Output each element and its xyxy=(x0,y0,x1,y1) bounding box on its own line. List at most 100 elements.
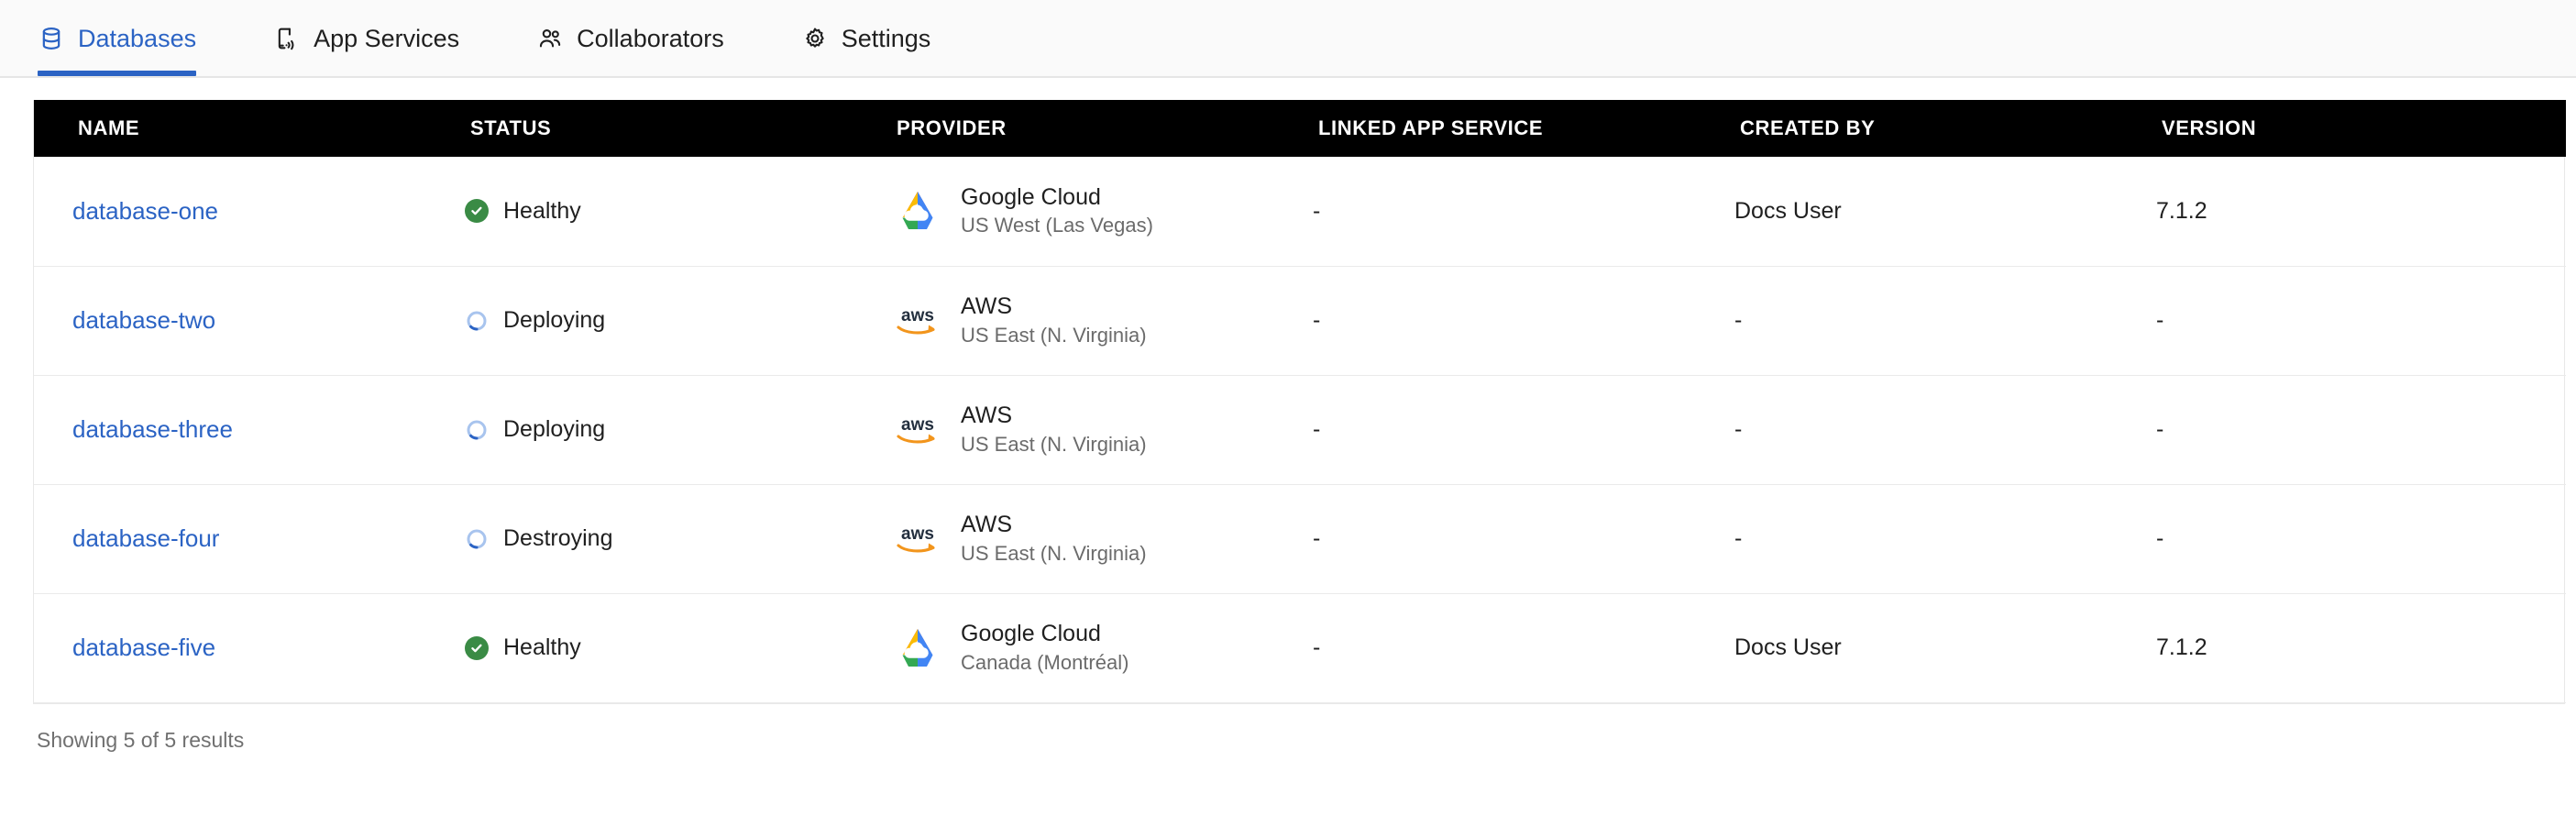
cell-status: Healthy xyxy=(465,157,891,267)
cell-linked-app-service: - xyxy=(1313,157,1734,267)
linked-app-service-value: - xyxy=(1313,634,1321,660)
linked-app-service-value: - xyxy=(1313,197,1321,224)
check-circle-icon xyxy=(465,199,489,224)
provider-region: Canada (Montréal) xyxy=(961,650,1129,674)
provider-name: AWS xyxy=(961,512,1013,538)
aws-logo: aws xyxy=(891,521,944,557)
created-by-value: Docs User xyxy=(1734,197,1842,224)
database-name-link[interactable]: database-one xyxy=(72,197,218,225)
cell-version: - xyxy=(2156,375,2566,485)
tab-settings[interactable]: Settings xyxy=(801,0,961,76)
version-value: - xyxy=(2156,416,2164,442)
spinner-icon xyxy=(465,309,489,333)
mobile-signal-icon xyxy=(273,25,301,52)
cell-status: Healthy xyxy=(465,593,891,703)
status-label: Deploying xyxy=(503,307,606,333)
cell-provider: Google Cloud Canada (Montréal) xyxy=(891,593,1313,703)
cell-version: 7.1.2 xyxy=(2156,157,2566,267)
databases-table: NAME STATUS PROVIDER LINKED APP SERVICE … xyxy=(34,100,2566,703)
tab-collaborators-label: Collaborators xyxy=(577,25,724,52)
table-row: database-two Deploying aws AWS US East (… xyxy=(34,266,2566,376)
tab-app-services-label: App Services xyxy=(314,25,460,52)
table-row: database-three Deploying aws AWS US East… xyxy=(34,375,2566,485)
cell-version: 7.1.2 xyxy=(2156,593,2566,703)
cell-name: database-three xyxy=(34,375,465,485)
provider-name: AWS xyxy=(961,402,1013,429)
aws-logo: aws xyxy=(891,412,944,448)
database-name-link[interactable]: database-two xyxy=(72,306,215,334)
status-label: Healthy xyxy=(503,197,581,224)
cell-linked-app-service: - xyxy=(1313,375,1734,485)
table-header: NAME STATUS PROVIDER LINKED APP SERVICE … xyxy=(34,100,2566,157)
table-row: database-four Destroying aws AWS US East… xyxy=(34,484,2566,594)
status-label: Deploying xyxy=(503,416,606,442)
aws-logo: aws xyxy=(891,303,944,339)
cell-name: database-one xyxy=(34,157,465,267)
cell-status: Deploying xyxy=(465,266,891,376)
cell-version: - xyxy=(2156,484,2566,594)
column-header-name: NAME xyxy=(34,100,465,157)
database-name-link[interactable]: database-three xyxy=(72,415,233,443)
cell-linked-app-service: - xyxy=(1313,484,1734,594)
check-circle-icon xyxy=(465,635,489,660)
column-header-provider: PROVIDER xyxy=(891,100,1313,157)
created-by-value: - xyxy=(1734,525,1743,551)
cell-status: Deploying xyxy=(465,375,891,485)
tab-databases[interactable]: Databases xyxy=(38,0,226,76)
table-row: database-one Healthy Google Cloud US Wes… xyxy=(34,157,2566,267)
linked-app-service-value: - xyxy=(1313,307,1321,333)
svg-text:aws: aws xyxy=(901,306,934,325)
provider-region: US West (Las Vegas) xyxy=(961,214,1153,237)
status-label: Destroying xyxy=(503,525,613,551)
provider-name: AWS xyxy=(961,293,1013,320)
created-by-value: - xyxy=(1734,416,1743,442)
table-header-row: NAME STATUS PROVIDER LINKED APP SERVICE … xyxy=(34,100,2566,157)
cell-created-by: - xyxy=(1734,375,2156,485)
results-count-label: Showing 5 of 5 results xyxy=(37,727,245,752)
cell-name: database-four xyxy=(34,484,465,594)
provider-name: Google Cloud xyxy=(961,183,1101,210)
gear-icon xyxy=(801,25,829,52)
cell-provider: aws AWS US East (N. Virginia) xyxy=(891,484,1313,594)
google-cloud-logo xyxy=(891,190,944,232)
spinner-icon xyxy=(465,527,489,551)
column-header-created-by: CREATED BY xyxy=(1734,100,2156,157)
cell-name: database-five xyxy=(34,593,465,703)
created-by-value: - xyxy=(1734,307,1743,333)
spinner-icon xyxy=(465,418,489,442)
table-body: database-one Healthy Google Cloud US Wes… xyxy=(34,157,2566,703)
cell-created-by: Docs User xyxy=(1734,593,2156,703)
svg-text:aws: aws xyxy=(901,524,934,544)
created-by-value: Docs User xyxy=(1734,634,1842,660)
version-value: 7.1.2 xyxy=(2156,634,2207,660)
tab-databases-label: Databases xyxy=(78,25,197,52)
database-name-link[interactable]: database-five xyxy=(72,634,215,661)
cell-created-by: - xyxy=(1734,484,2156,594)
provider-region: US East (N. Virginia) xyxy=(961,541,1147,565)
tab-app-services[interactable]: App Services xyxy=(273,0,489,76)
cell-created-by: - xyxy=(1734,266,2156,376)
svg-text:aws: aws xyxy=(901,415,934,435)
cell-version: - xyxy=(2156,266,2566,376)
version-value: - xyxy=(2156,525,2164,551)
tab-collaborators[interactable]: Collaborators xyxy=(536,0,754,76)
cell-linked-app-service: - xyxy=(1313,593,1734,703)
cell-provider: aws AWS US East (N. Virginia) xyxy=(891,375,1313,485)
linked-app-service-value: - xyxy=(1313,416,1321,442)
cell-created-by: Docs User xyxy=(1734,157,2156,267)
google-cloud-logo xyxy=(891,627,944,669)
column-header-version: VERSION xyxy=(2156,100,2566,157)
databases-table-container: NAME STATUS PROVIDER LINKED APP SERVICE … xyxy=(33,100,2566,704)
column-header-linked-app-service: LINKED APP SERVICE xyxy=(1313,100,1734,157)
tab-settings-label: Settings xyxy=(841,25,931,52)
provider-name: Google Cloud xyxy=(961,621,1101,647)
primary-tab-bar: Databases App Services Collaborators Set… xyxy=(0,0,2576,78)
database-name-link[interactable]: database-four xyxy=(72,524,219,552)
users-icon xyxy=(536,25,564,52)
linked-app-service-value: - xyxy=(1313,525,1321,551)
column-header-status: STATUS xyxy=(465,100,891,157)
cell-provider: aws AWS US East (N. Virginia) xyxy=(891,266,1313,376)
version-value: - xyxy=(2156,307,2164,333)
status-label: Healthy xyxy=(503,634,581,660)
cell-name: database-two xyxy=(34,266,465,376)
